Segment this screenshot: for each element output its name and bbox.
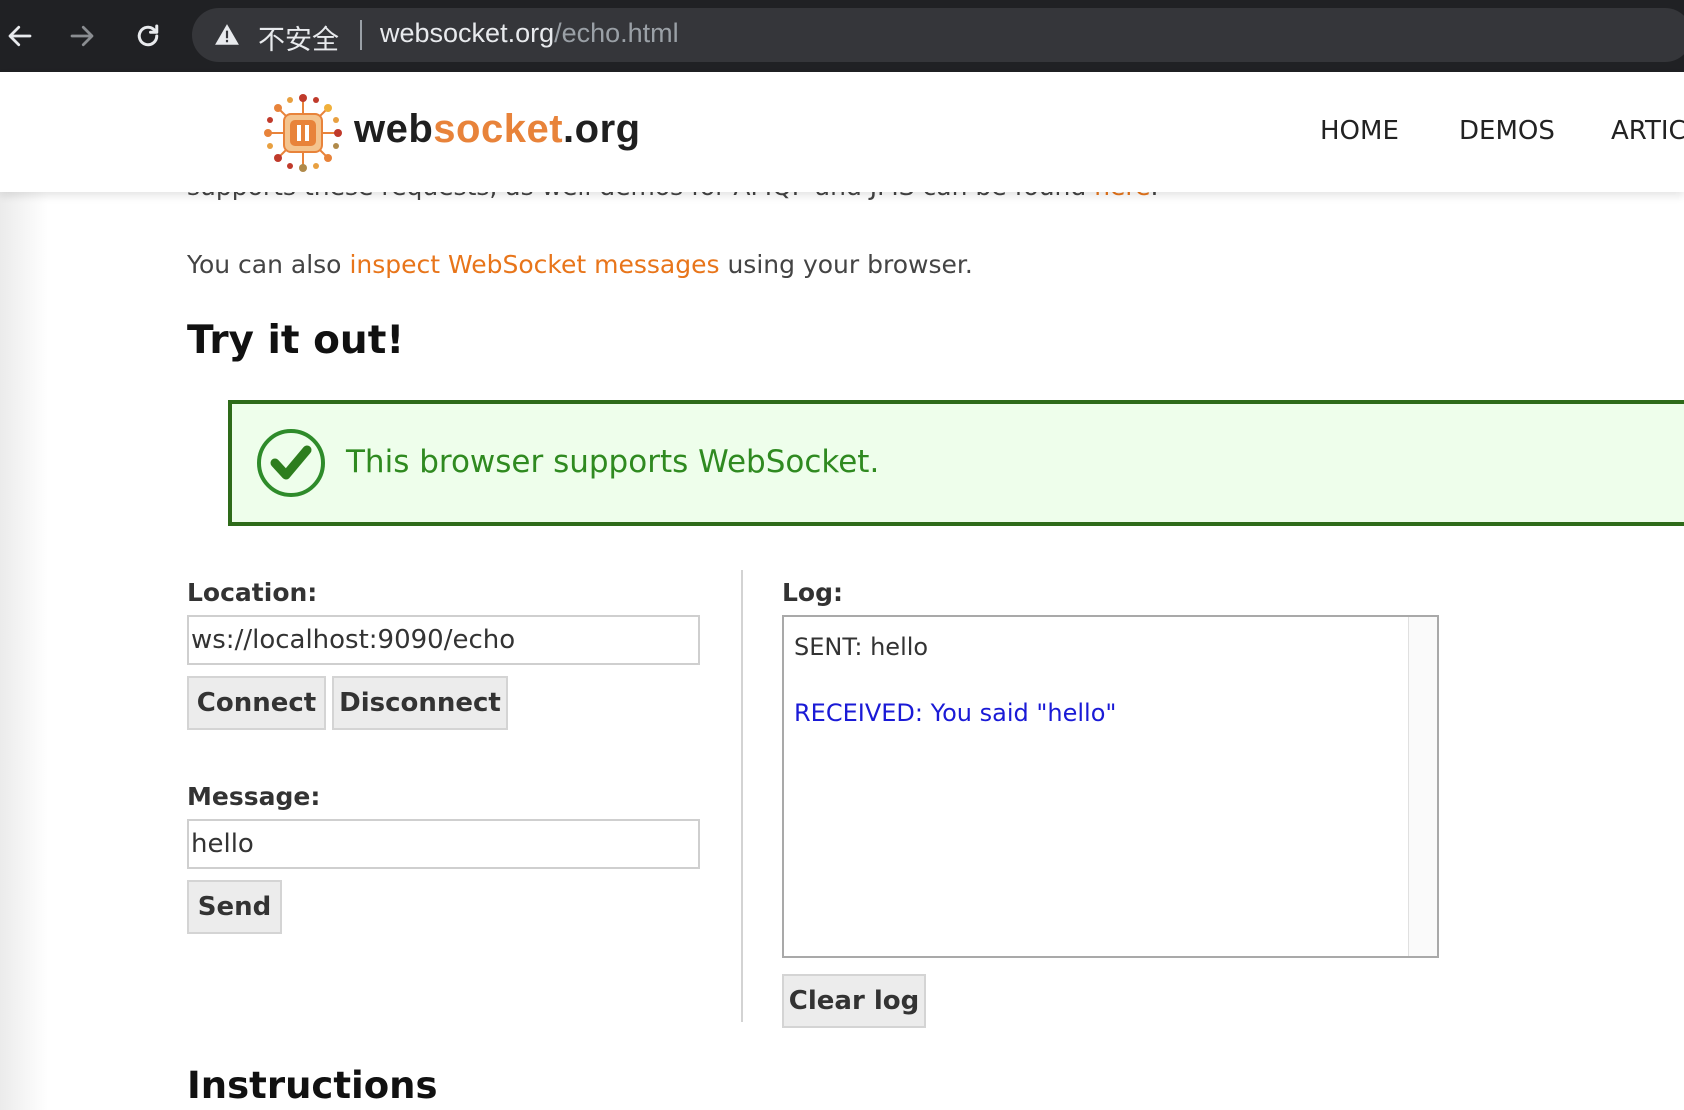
url-path: /echo.html <box>554 18 679 48</box>
omnibox-divider <box>360 20 362 50</box>
clear-log-button[interactable]: Clear log <box>782 974 926 1028</box>
reload-icon <box>137 24 159 47</box>
send-button[interactable]: Send <box>187 880 282 934</box>
log-sent-entry: SENT: hello <box>794 633 929 661</box>
support-notice: This browser supports WebSocket. <box>228 400 1684 526</box>
site-header: websocket.org HOME DEMOS ARTIC <box>0 72 1684 192</box>
warning-icon <box>215 24 239 45</box>
support-message: This browser supports WebSocket. <box>346 444 880 480</box>
inspect-messages-link[interactable]: inspect WebSocket messages <box>349 250 719 279</box>
instructions-heading: Instructions <box>187 1064 438 1107</box>
page-gutter <box>0 192 48 1110</box>
reload-button[interactable] <box>128 16 168 56</box>
check-circle-icon <box>257 429 325 497</box>
forward-button[interactable] <box>62 16 102 56</box>
arrow-left-icon <box>8 25 32 47</box>
log-label: Log: <box>782 578 843 607</box>
column-divider <box>741 570 743 1022</box>
message-input[interactable]: hello <box>187 819 700 869</box>
nav-demos[interactable]: DEMOS <box>1459 116 1555 146</box>
arrow-right-icon <box>70 25 94 47</box>
url-host: websocket.org <box>380 18 555 48</box>
location-label: Location: <box>187 578 318 607</box>
disconnect-button[interactable]: Disconnect <box>332 676 508 730</box>
log-scrollbar[interactable] <box>1408 617 1437 956</box>
log-output[interactable]: SENT: hello RECEIVED: You said "hello" <box>782 615 1439 958</box>
inspect-paragraph: You can also inspect WebSocket messages … <box>187 250 973 279</box>
location-input[interactable]: ws://localhost:9090/echo <box>187 615 700 665</box>
url-text[interactable]: websocket.org/echo.html <box>380 18 679 49</box>
nav-home[interactable]: HOME <box>1320 116 1399 146</box>
logo-wordmark[interactable]: websocket.org <box>354 107 641 152</box>
log-received-entry: RECEIVED: You said "hello" <box>794 699 1117 727</box>
try-it-heading: Try it out! <box>187 318 405 363</box>
nav-articles[interactable]: ARTIC <box>1611 116 1684 146</box>
websocket-logo-icon[interactable] <box>262 92 344 174</box>
back-button[interactable] <box>0 16 40 56</box>
address-bar[interactable]: 不安全 websocket.org/echo.html <box>192 8 1684 62</box>
browser-toolbar: 不安全 websocket.org/echo.html <box>0 0 1684 73</box>
security-label[interactable]: 不安全 <box>258 18 339 57</box>
message-label: Message: <box>187 782 321 811</box>
connect-button[interactable]: Connect <box>187 676 326 730</box>
